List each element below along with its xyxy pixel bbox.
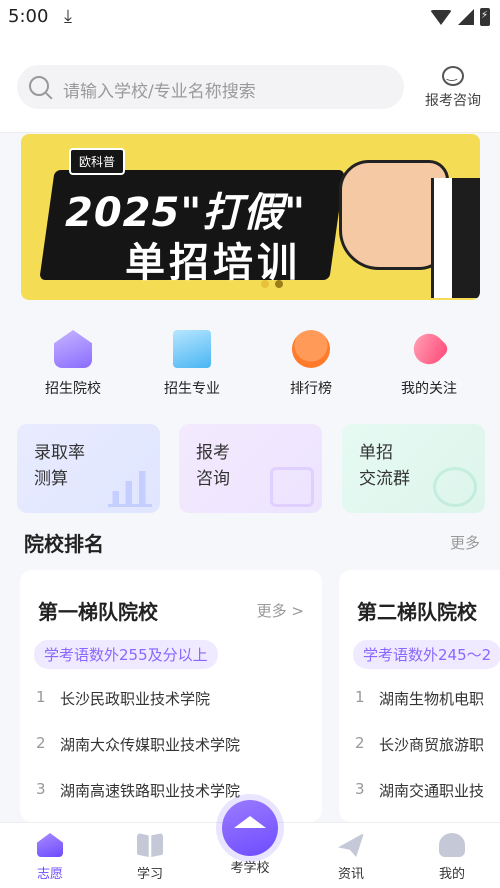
school-name: 湖南生物机电职 xyxy=(379,690,485,708)
signal-icon xyxy=(458,9,474,25)
quick-nav-follow[interactable]: 我的关注 xyxy=(374,327,484,398)
school-rank: 1 xyxy=(355,688,365,706)
school-icon xyxy=(54,330,92,368)
school-name: 长沙民政职业技术学院 xyxy=(60,690,211,708)
quick-nav-major[interactable]: 招生专业 xyxy=(137,330,247,398)
carousel-dot-active[interactable] xyxy=(275,280,283,288)
list-item[interactable]: 3 湖南交通职业技 xyxy=(355,780,500,822)
school-name: 长沙商贸旅游职 xyxy=(379,736,485,754)
tool-cards: 录取率 测算 报考 咨询 单招 交流群 xyxy=(17,424,485,514)
tab-label: 资讯 xyxy=(337,867,364,882)
wifi-icon xyxy=(430,9,452,25)
card-admission-rate[interactable]: 录取率 测算 xyxy=(17,424,160,513)
school-name: 湖南交通职业技 xyxy=(379,782,485,800)
book-icon xyxy=(173,330,211,368)
section-title: 院校排名 xyxy=(24,532,104,556)
quick-nav-ranking[interactable]: 排行榜 xyxy=(256,330,366,398)
news-icon xyxy=(338,833,364,857)
search-input[interactable]: 请输入学校/专业名称搜索 xyxy=(17,65,404,109)
quick-nav: 招生院校 招生专业 排行榜 我的关注 xyxy=(0,327,500,410)
card-line1: 录取率 xyxy=(34,443,85,463)
school-rank: 3 xyxy=(36,780,46,798)
profile-icon xyxy=(439,833,465,857)
quick-nav-school[interactable]: 招生院校 xyxy=(18,330,128,398)
tab-label: 志愿 xyxy=(36,867,63,882)
school-name: 湖南高速铁路职业技术学院 xyxy=(60,782,241,800)
tier-title: 第二梯队院校 xyxy=(357,600,477,624)
tab-label: 我的 xyxy=(438,867,465,882)
tier-card-2[interactable]: 第二梯队院校 学考语数外245～2 1 湖南生物机电职 2 长沙商贸旅游职 3 … xyxy=(339,570,500,822)
ranking-header: 院校排名 更多 xyxy=(0,528,500,558)
sleeve-illustration xyxy=(431,178,480,298)
download-icon: ⤓ xyxy=(64,6,72,27)
consult-label: 报考咨询 xyxy=(425,93,481,109)
banner-tag: 欧科普 xyxy=(69,148,126,175)
chat-icon xyxy=(433,467,477,507)
card-line1: 报考 xyxy=(196,443,230,463)
tier-school-list: 1 长沙民政职业技术学院 2 湖南大众传媒职业技术学院 3 湖南高速铁路职业技术… xyxy=(36,688,316,822)
school-rank: 2 xyxy=(36,734,46,752)
study-icon xyxy=(137,833,163,857)
heart-icon xyxy=(407,327,451,371)
carousel-dot[interactable] xyxy=(261,280,269,288)
tab-profile[interactable]: 我的 xyxy=(417,833,487,882)
search-icon xyxy=(29,76,49,96)
quick-nav-label: 招生院校 xyxy=(45,381,101,397)
school-rank: 2 xyxy=(355,734,365,752)
quick-nav-label: 我的关注 xyxy=(401,381,457,397)
school-rank: 1 xyxy=(36,688,46,706)
status-time: 5:00 xyxy=(8,6,49,27)
tab-label: 考学校 xyxy=(230,861,270,876)
tier-title: 第一梯队院校 xyxy=(38,600,158,624)
tier-score-tag: 学考语数外255及分以上 xyxy=(34,640,218,669)
tier-school-list: 1 湖南生物机电职 2 长沙商贸旅游职 3 湖南交通职业技 xyxy=(355,688,500,822)
ranking-more-link[interactable]: 更多 xyxy=(450,532,480,553)
graduation-cap-icon[interactable] xyxy=(222,800,278,856)
tab-volunteer[interactable]: 志愿 xyxy=(15,833,85,882)
school-name: 湖南大众传媒职业技术学院 xyxy=(60,736,241,754)
search-row: 请输入学校/专业名称搜索 报考咨询 xyxy=(0,62,500,122)
carousel-dots xyxy=(261,280,283,288)
status-bar: 5:00 ⤓ xyxy=(0,0,500,36)
consult-button[interactable]: 报考咨询 xyxy=(420,62,486,110)
quick-nav-label: 招生专业 xyxy=(164,381,220,397)
status-icons xyxy=(430,8,490,26)
card-exchange-group[interactable]: 单招 交流群 xyxy=(342,424,485,513)
tier-score-tag: 学考语数外245～2 xyxy=(353,640,500,669)
card-consult[interactable]: 报考 咨询 xyxy=(179,424,322,513)
list-item[interactable]: 2 长沙商贸旅游职 xyxy=(355,734,500,780)
tier-more-link[interactable]: 更多 > xyxy=(257,600,304,621)
tab-label: 学习 xyxy=(136,867,163,882)
tab-study[interactable]: 学习 xyxy=(115,833,185,882)
volunteer-icon xyxy=(37,833,63,857)
tier-card-1[interactable]: 第一梯队院校 更多 > 学考语数外255及分以上 1 长沙民政职业技术学院 2 … xyxy=(20,570,322,822)
quick-nav-label: 排行榜 xyxy=(290,381,332,397)
question-icon xyxy=(270,467,314,507)
search-placeholder: 请输入学校/专业名称搜索 xyxy=(63,82,256,102)
list-item[interactable]: 1 湖南生物机电职 xyxy=(355,688,500,734)
chat-bubble-icon xyxy=(442,66,464,86)
list-item[interactable]: 1 长沙民政职业技术学院 xyxy=(36,688,316,734)
school-rank: 3 xyxy=(355,780,365,798)
list-item[interactable]: 2 湖南大众传媒职业技术学院 xyxy=(36,734,316,780)
card-line1: 单招 xyxy=(359,443,393,463)
tab-news[interactable]: 资讯 xyxy=(316,833,386,882)
tab-exam-school[interactable]: 考学校 xyxy=(215,857,285,876)
battery-charging-icon xyxy=(480,8,490,26)
promo-banner[interactable]: 欧科普 2025"打假" 单招培训 xyxy=(21,134,480,300)
medal-icon xyxy=(292,330,330,368)
